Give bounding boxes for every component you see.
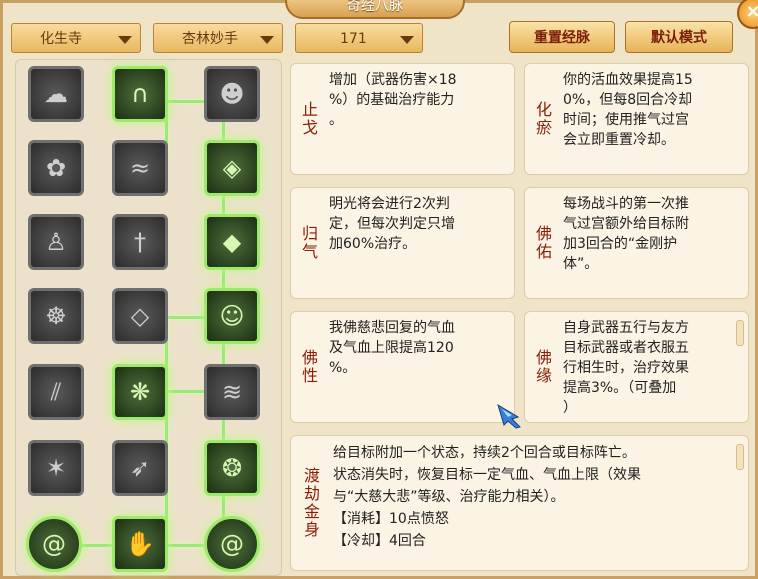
mask-icon[interactable]: ☺ <box>204 288 260 344</box>
knot-icon[interactable]: ❋ <box>112 364 168 420</box>
bird-icon[interactable]: ➶ <box>112 440 168 496</box>
window-title: 奇经八脉 <box>285 0 465 19</box>
lotus-icon[interactable]: ✿ <box>28 140 84 196</box>
scrollbar[interactable] <box>736 444 744 470</box>
talent-card-foxing[interactable]: 佛性 我佛慈悲回复的气血 及气血上限提高120 %。 <box>290 311 515 423</box>
chevron-down-icon <box>260 36 274 44</box>
talent-name: 归气 <box>299 225 318 261</box>
chevron-down-icon <box>400 36 414 44</box>
talent-card-dujiejinshen[interactable]: 渡劫金身 给目标附加一个状态，持续2个回合或目标阵亡。 状态消失时，恢复目标一定… <box>290 435 749 571</box>
level-dropdown-value: 171 <box>340 31 367 47</box>
talent-window: 奇经八脉 × 化生寺 杏林妙手 171 重置经脉 默认模式 ☁ ∩ ☻ ✿ ≈ … <box>0 0 758 579</box>
branch-dropdown[interactable]: 杏林妙手 <box>153 23 283 53</box>
talent-tree: ☁ ∩ ☻ ✿ ≈ ◈ ♙ † ◆ ☸ ◇ ☺ ⫽ ❋ ≋ ✶ ➶ ❂ @ ✋ … <box>15 59 282 576</box>
hand-icon[interactable]: ✋ <box>112 516 168 572</box>
chevron-down-icon <box>118 36 132 44</box>
talent-card-foyuan[interactable]: 佛缘 自身武器五行与友方 目标武器或者衣服五 行相生时，治疗效果 提高3%。（可… <box>524 311 749 423</box>
wave-icon[interactable]: ≈ <box>112 140 168 196</box>
talent-desc: 给目标附加一个状态，持续2个回合或目标阵亡。 状态消失时，恢复目标一定气血、气血… <box>333 445 641 549</box>
curtain-icon[interactable]: ≋ <box>204 364 260 420</box>
level-dropdown[interactable]: 171 <box>295 23 423 53</box>
talent-name: 化瘀 <box>533 101 552 137</box>
talent-name: 佛缘 <box>533 349 552 385</box>
talent-name: 佛性 <box>299 349 318 385</box>
reset-meridian-button[interactable]: 重置经脉 <box>509 21 615 53</box>
talent-card-huayu[interactable]: 化瘀 你的活血效果提高15 0%，但每8回合冷却 时间；使用推气过宫 会立即重置… <box>524 63 749 175</box>
gem-icon[interactable]: ◈ <box>204 140 260 196</box>
talent-desc: 我佛慈悲回复的气血 及气血上限提高120 %。 <box>329 320 455 376</box>
talent-desc: 明光将会进行2次判 定，但每次判定只增 加60%治疗。 <box>329 196 455 252</box>
buddha-icon[interactable]: ♙ <box>28 214 84 270</box>
crystal-icon[interactable]: ◆ <box>204 214 260 270</box>
branch-dropdown-value: 杏林妙手 <box>182 31 238 47</box>
face-icon[interactable]: ☻ <box>204 66 260 122</box>
sword-icon[interactable]: † <box>112 214 168 270</box>
jewel-icon[interactable]: ◇ <box>112 288 168 344</box>
close-button[interactable]: × <box>737 0 758 29</box>
school-dropdown-value: 化生寺 <box>40 31 82 47</box>
talent-card-foyou[interactable]: 佛佑 每场战斗的第一次推 气过宫额外给目标附 加3回合的“金刚护 体”。 <box>524 187 749 299</box>
cloud-icon[interactable]: ☁ <box>28 66 84 122</box>
talent-name: 渡劫金身 <box>301 467 320 539</box>
talent-desc: 你的活血效果提高15 0%，但每8回合冷却 时间；使用推气过宫 会立即重置冷却。 <box>563 72 693 148</box>
arch-icon[interactable]: ∩ <box>112 66 168 122</box>
shards-icon[interactable]: ✶ <box>28 440 84 496</box>
talent-desc: 增加（武器伤害×18 %）的基础治疗能力 。 <box>329 72 457 128</box>
school-dropdown[interactable]: 化生寺 <box>11 23 141 53</box>
talent-name: 止戈 <box>299 101 318 137</box>
meditate-icon[interactable]: ☸ <box>28 288 84 344</box>
swirl-icon[interactable]: @ <box>26 516 82 572</box>
talent-card-zhige[interactable]: 止戈 增加（武器伤害×18 %）的基础治疗能力 。 <box>290 63 515 175</box>
default-mode-button[interactable]: 默认模式 <box>625 21 733 53</box>
swirl-icon[interactable]: @ <box>204 516 260 572</box>
cursor-icon <box>497 403 521 429</box>
talent-card-guiqi[interactable]: 归气 明光将会进行2次判 定，但每次判定只增 加60%治疗。 <box>290 187 515 299</box>
scrollbar[interactable] <box>736 320 744 346</box>
talent-name: 佛佑 <box>533 225 552 261</box>
talent-desc: 自身武器五行与友方 目标武器或者衣服五 行相生时，治疗效果 提高3%。（可叠加 … <box>563 320 689 416</box>
lion-icon[interactable]: ❂ <box>204 440 260 496</box>
needles-icon[interactable]: ⫽ <box>28 364 84 420</box>
talent-desc: 每场战斗的第一次推 气过宫额外给目标附 加3回合的“金刚护 体”。 <box>563 196 689 272</box>
